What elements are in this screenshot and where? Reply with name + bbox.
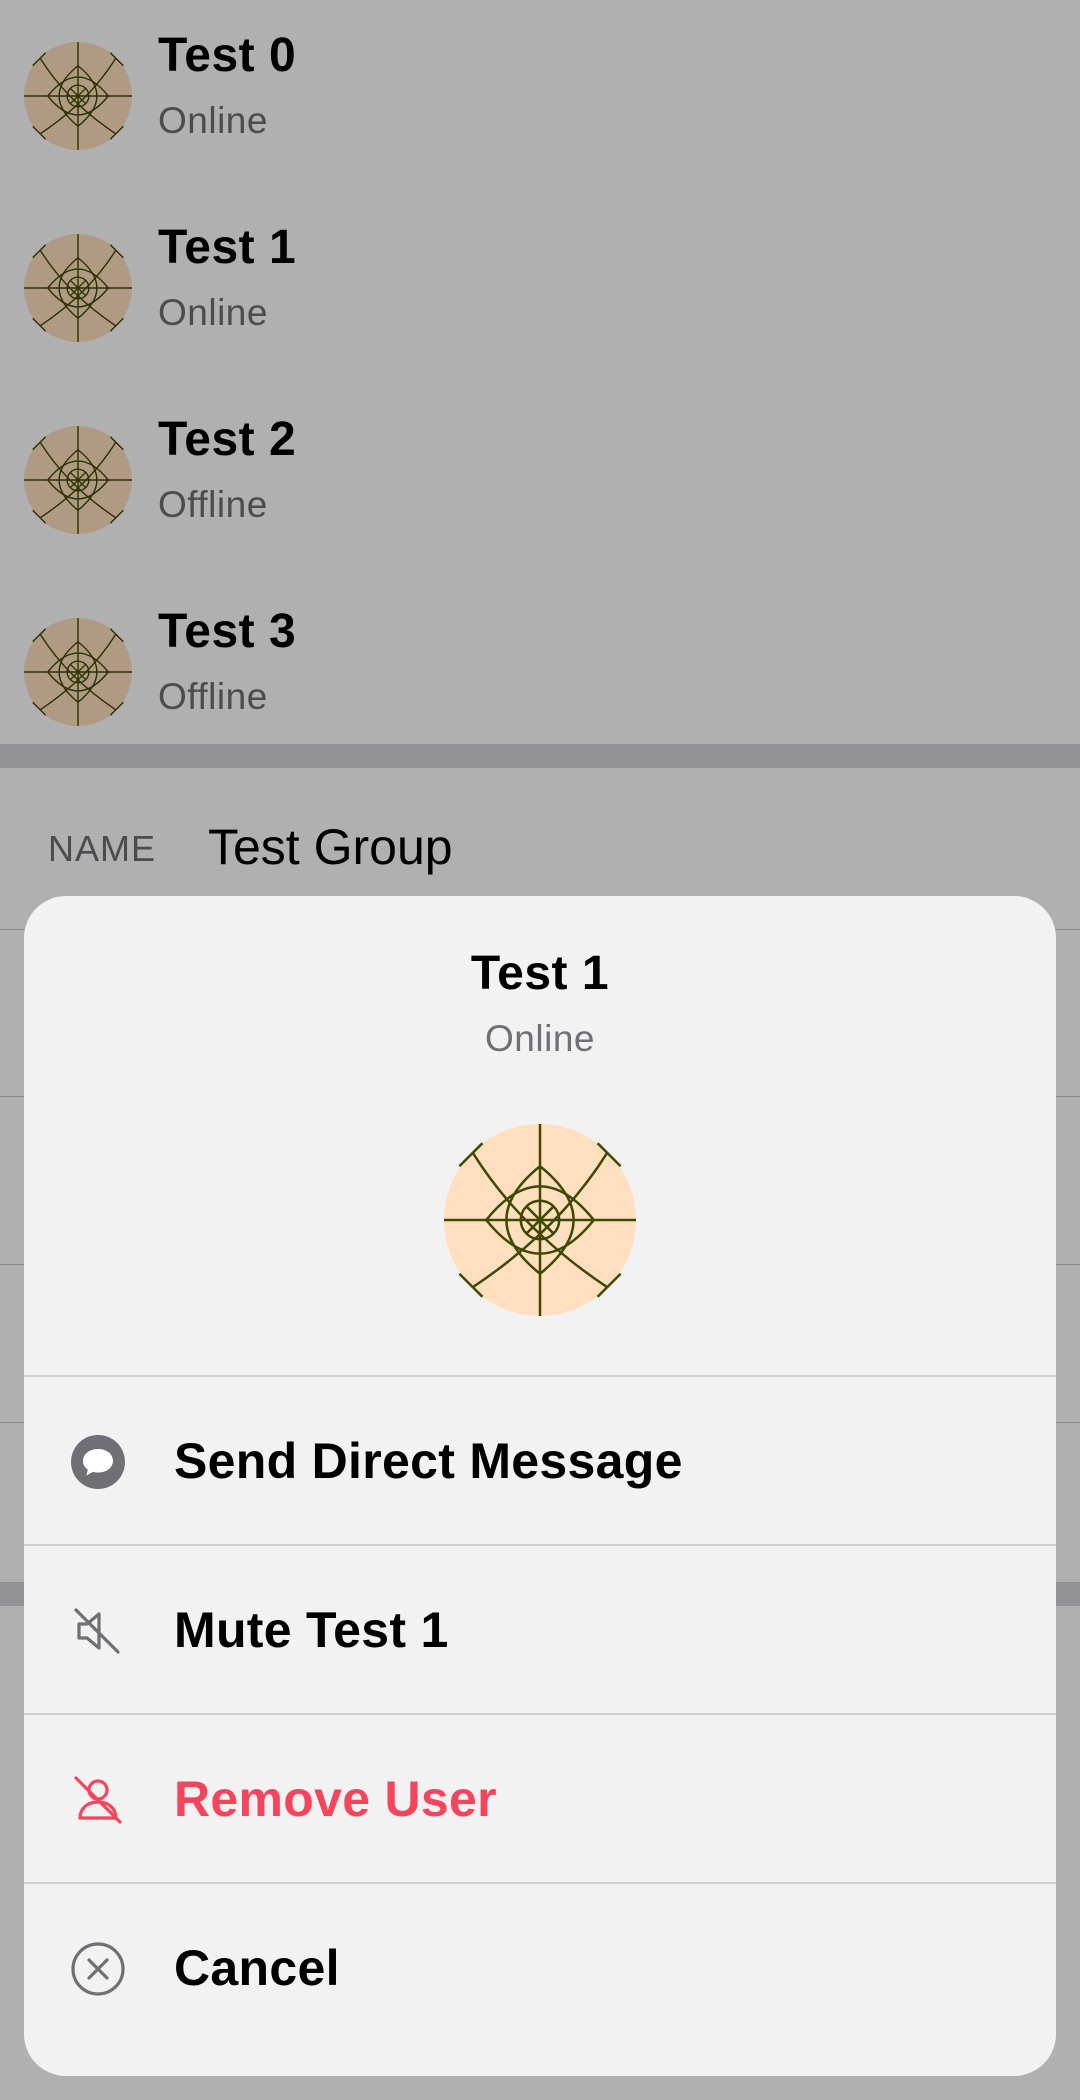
sheet-subtitle: Online [485,1018,595,1059]
mute-user-label: Mute Test 1 [174,1602,449,1658]
sheet-header: Test 1 Online [24,896,1056,1376]
cancel-button[interactable]: Cancel [24,1882,1056,2051]
send-direct-message-label: Send Direct Message [174,1433,683,1489]
send-direct-message-button[interactable]: Send Direct Message [24,1375,1056,1544]
remove-user-icon [74,1776,122,1824]
remove-user-label: Remove User [174,1771,497,1827]
avatar [444,1124,636,1316]
sheet-title: Test 1 [470,947,610,1000]
cancel-icon [71,1942,125,1996]
cancel-label: Cancel [174,1940,340,1996]
mute-icon [74,1608,120,1654]
remove-user-button[interactable]: Remove User [24,1713,1056,1882]
chat-bubble-icon [71,1435,125,1489]
mute-user-button[interactable]: Mute Test 1 [24,1544,1056,1713]
member-action-sheet: Test 1 Online Send Direct Message Mute T… [24,896,1056,2076]
